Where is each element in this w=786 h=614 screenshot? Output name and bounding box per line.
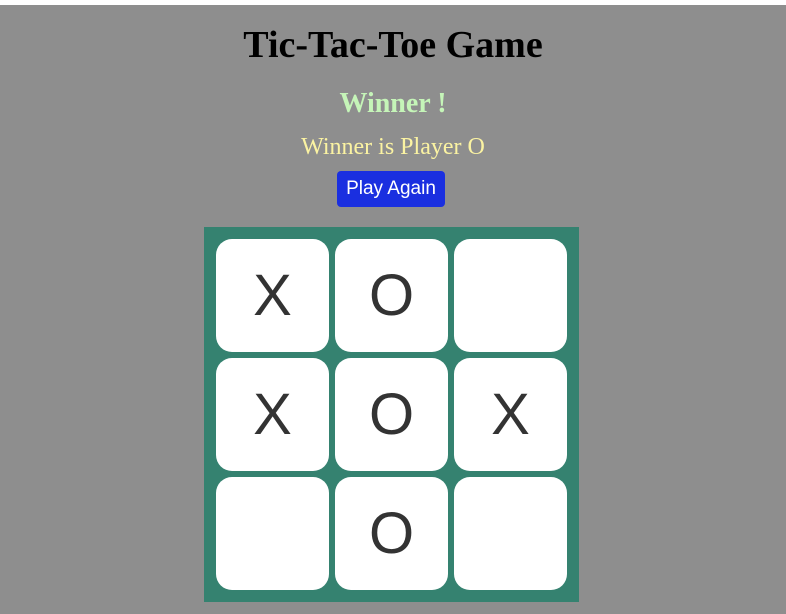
board-cell-4[interactable]: X bbox=[216, 358, 329, 471]
game-board: X O X O X O bbox=[204, 227, 579, 602]
board-cell-8[interactable]: O bbox=[335, 477, 448, 590]
board-cell-2[interactable]: O bbox=[335, 239, 448, 352]
board-cell-3[interactable] bbox=[454, 239, 567, 352]
board-cell-5[interactable]: O bbox=[335, 358, 448, 471]
board-cell-7[interactable] bbox=[216, 477, 329, 590]
status-heading: Winner ! bbox=[339, 88, 447, 119]
page-title: Tic-Tac-Toe Game bbox=[243, 24, 543, 66]
board-cell-6[interactable]: X bbox=[454, 358, 567, 471]
board-cell-9[interactable] bbox=[454, 477, 567, 590]
play-again-button[interactable]: Play Again bbox=[337, 171, 445, 207]
game-page: Tic-Tac-Toe Game Winner ! Winner is Play… bbox=[0, 5, 786, 614]
status-message: Winner is Player O bbox=[301, 134, 485, 160]
board-cell-1[interactable]: X bbox=[216, 239, 329, 352]
